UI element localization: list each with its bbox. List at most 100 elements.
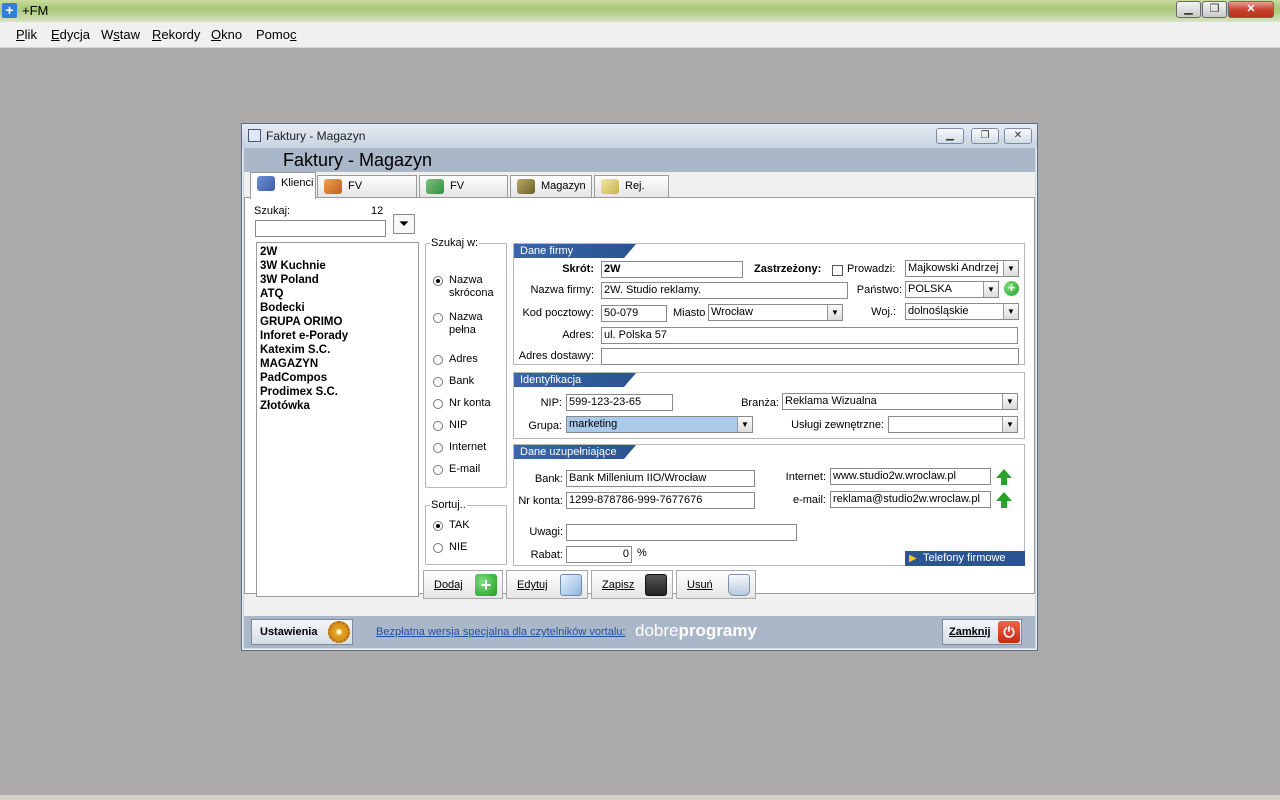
radio-dot [433,313,443,323]
section-header: Dane uzupełniające [514,445,636,459]
internet-input[interactable]: www.studio2w.wroclaw.pl [830,468,991,485]
boxes-icon [517,179,535,194]
phones-label: Telefony firmowe [923,552,1006,564]
filter-icon[interactable]: ⏷ [393,214,415,234]
save-button[interactable]: Zapisz [591,570,673,599]
rabat-unit: % [637,547,647,559]
panstwo-select[interactable]: POLSKA ▼ [905,281,999,298]
select-value: Majkowski Andrzej [908,262,999,274]
select-value: Reklama Wizualna [785,395,877,407]
edit-button[interactable]: Edytuj [506,570,588,599]
list-item[interactable]: Katexim S.C. [260,343,415,357]
uwagi-input[interactable] [566,524,797,541]
send-email-icon[interactable] [996,492,1012,508]
search-label: Szukaj: [254,205,291,217]
menu-pomoc[interactable]: Pomoc [256,27,296,42]
list-item[interactable]: Prodimex S.C. [260,385,415,399]
chevron-down-icon: ▼ [737,417,752,432]
list-item[interactable]: PadCompos [260,371,415,385]
header-band: Faktury - Magazyn [244,148,1035,172]
app-close-button[interactable]: ✕ [1228,1,1274,18]
branza-select[interactable]: Reklama Wizualna ▼ [782,393,1018,410]
zastrzezony-label: Zastrzeżony: [754,263,822,275]
radio-label: Adres [449,353,478,365]
nip-input[interactable]: 599-123-23-65 [566,394,673,411]
radio-dot [433,399,443,409]
tab-fv-sprzedazy[interactable]: FV sprzedaży [317,175,417,212]
tab-rej-vat[interactable]: Rej. Vat [594,175,669,212]
button-label: Usuń [687,579,713,591]
brand-logo: dobreprogramy [635,621,757,641]
add-button[interactable]: Dodaj + [423,570,503,599]
prowadzi-select[interactable]: Majkowski Andrzej ▼ [905,260,1019,277]
open-website-icon[interactable] [996,469,1012,485]
bank-input[interactable]: Bank Millenium IIO/Wrocław [566,470,755,487]
skrot-input[interactable]: 2W [601,261,743,278]
radio-dot [433,543,443,553]
menu-edycja[interactable]: Edycja [51,27,90,42]
list-item[interactable]: ATQ [260,287,415,301]
email-input[interactable]: reklama@studio2w.wroclaw.pl [830,491,991,508]
delete-button[interactable]: Usuń [676,570,756,599]
miasto-select[interactable]: Wrocław ▼ [708,304,843,321]
add-country-icon[interactable]: + [1004,281,1019,296]
window-minimize-button[interactable]: ▁ [936,128,964,144]
list-item[interactable]: GRUPA ORIMO [260,315,415,329]
search-input[interactable] [255,220,386,237]
section-header: Dane firmy [514,244,636,258]
menu-plik[interactable]: Plik [16,27,37,42]
uslugi-select[interactable]: ▼ [888,416,1018,433]
chevron-down-icon: ▼ [1003,261,1018,276]
tab-klienci[interactable]: Klienci [250,172,316,199]
chevron-down-icon: ▼ [1002,417,1017,432]
menu-okno[interactable]: Okno [211,27,242,42]
menu-wstaw[interactable]: Wstaw [101,27,140,42]
zastrzezony-checkbox[interactable] [832,265,843,276]
promo-link[interactable]: Bezpłatna wersja specjalna dla czytelnik… [376,626,625,638]
list-item[interactable]: Bodecki [260,301,415,315]
radio-label: Nazwa skrócona [449,274,494,299]
list-item[interactable]: 2W [260,245,415,259]
woj-select[interactable]: dolnośląskie ▼ [905,303,1019,320]
grupa-select[interactable]: marketing ▼ [566,416,753,433]
app-minimize-button[interactable]: ▁ [1176,1,1201,18]
phones-button[interactable]: ▶ Telefony firmowe [905,551,1025,566]
edit-note-icon [560,574,582,596]
additional-data-section: Dane uzupełniające Bank: Bank Millenium … [513,444,1025,566]
window-restore-button[interactable]: ❐ [971,128,999,144]
plus-icon: + [475,574,497,596]
app-cross-icon: + [2,3,17,18]
settings-button[interactable]: Ustawienia [251,619,353,645]
brand-light: dobre [635,621,679,640]
konto-input[interactable]: 1299-878786-999-7677676 [566,492,755,509]
adres-label: Adres: [562,329,594,341]
kod-input[interactable]: 50-079 [601,305,667,322]
list-item[interactable]: 3W Kuchnie [260,259,415,273]
skrot-label: Skrót: [562,263,594,275]
play-icon: ▶ [909,553,917,564]
chevron-down-icon: ▼ [827,305,842,320]
client-list[interactable]: 2W 3W Kuchnie 3W Poland ATQ Bodecki GRUP… [256,242,419,597]
list-item[interactable]: Złotówka [260,399,415,413]
window-body: Faktury - Magazyn Klienci FV sprzedaży F… [244,148,1035,648]
tab-magazyn[interactable]: Magazyn [510,175,592,198]
rabat-input[interactable]: 0 [566,546,632,563]
list-item[interactable]: MAGAZYN [260,357,415,371]
window-close-button[interactable]: ✕ [1004,128,1032,144]
app-restore-button[interactable]: ❐ [1202,1,1227,18]
adres-dostawy-input[interactable] [601,348,1019,365]
nazwa-input[interactable]: 2W. Studio reklamy. [601,282,848,299]
menu-rekordy[interactable]: Rekordy [152,27,200,42]
page-title: Faktury - Magazyn [283,150,433,170]
tab-label: Magazyn [541,180,586,192]
adres-dostawy-label: Adres dostawy: [518,350,594,362]
radio-dot [433,443,443,453]
list-item[interactable]: Inforet e-Porady [260,329,415,343]
adres-input[interactable]: ul. Polska 57 [601,327,1018,344]
kod-label: Kod pocztowy: [522,307,594,319]
list-item[interactable]: 3W Poland [260,273,415,287]
window-title: Faktury - Magazyn [266,129,366,143]
sort-group: Sortuj.. TAK NIE [425,499,507,565]
tab-fv-zakupu[interactable]: FV zakupu [419,175,508,212]
close-button[interactable]: Zamknij ⏻ [942,619,1022,645]
